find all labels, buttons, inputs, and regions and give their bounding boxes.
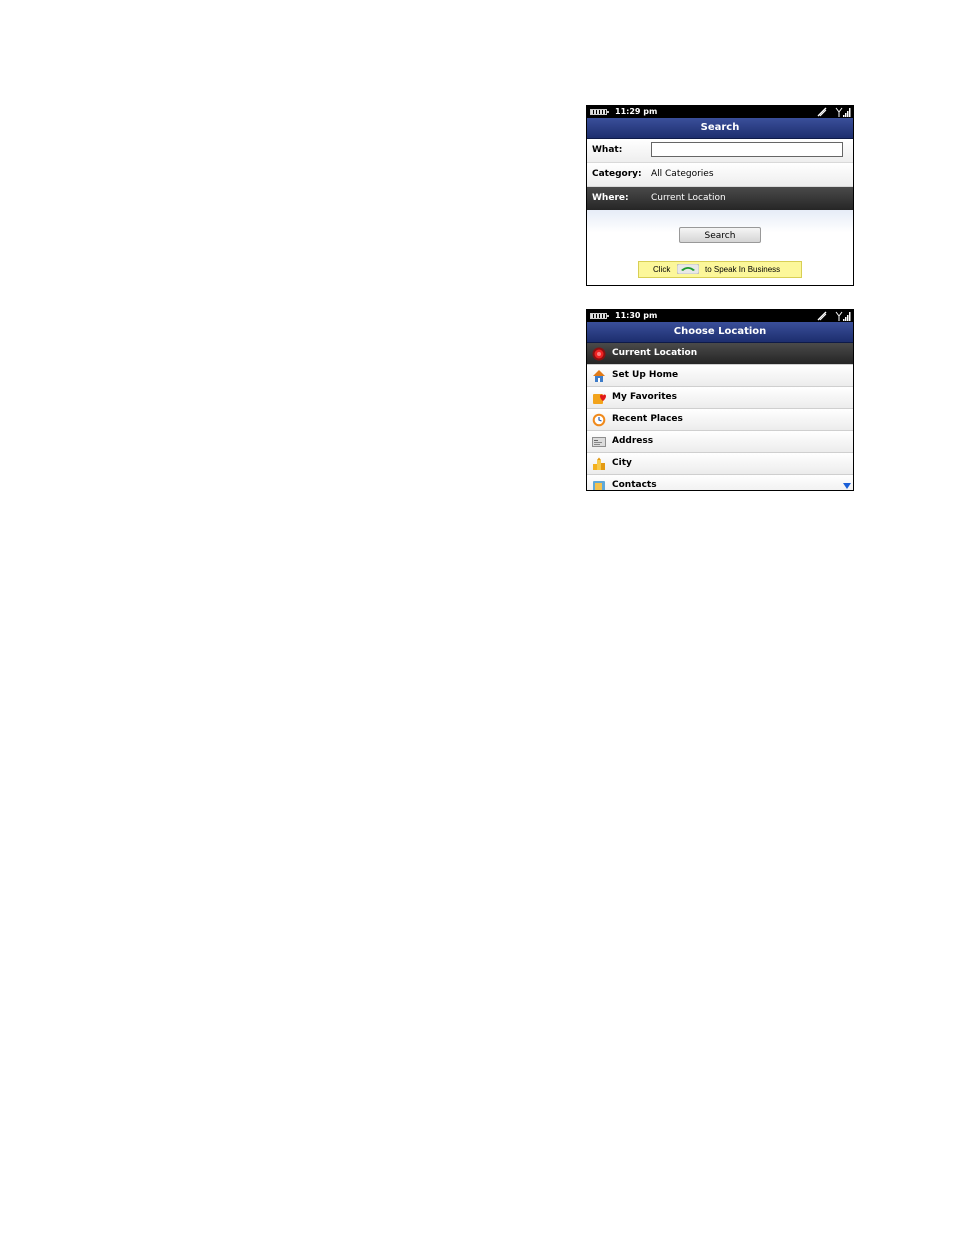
where-label: Where: xyxy=(592,193,629,203)
clock-icon xyxy=(592,413,606,427)
location-item-label: Current Location xyxy=(612,348,698,358)
what-label: What: xyxy=(592,145,623,155)
category-value[interactable]: All Categories xyxy=(651,163,714,186)
location-item-set-up-home[interactable]: Set Up Home xyxy=(587,365,853,387)
category-row[interactable]: Category: All Categories xyxy=(587,163,853,187)
search-button[interactable]: Search xyxy=(679,227,761,243)
location-item-label: Contacts xyxy=(612,480,657,490)
status-time: 11:30 pm xyxy=(615,311,658,320)
location-item-city[interactable]: City xyxy=(587,453,853,475)
location-item-address[interactable]: Address xyxy=(587,431,853,453)
where-row[interactable]: Where: Current Location xyxy=(587,187,853,211)
choose-location-screen: 11:30 pm Choose Location Current Locatio… xyxy=(586,309,854,491)
address-card-icon xyxy=(592,437,606,447)
location-item-current-location[interactable]: Current Location xyxy=(587,343,853,365)
location-item-label: Address xyxy=(612,436,654,446)
scroll-down-arrow-icon[interactable] xyxy=(843,483,851,489)
signal-icon xyxy=(835,311,851,321)
status-bar: 11:29 pm xyxy=(587,106,853,118)
location-item-label: Recent Places xyxy=(612,414,683,424)
search-screen: 11:29 pm Search What: Category: All Cate… xyxy=(586,105,854,286)
hint-rest-text: to Speak In Business xyxy=(705,265,781,274)
speak-hint: Click to Speak In Business xyxy=(638,261,802,278)
radio-icon xyxy=(817,107,827,117)
hint-click-text: Click xyxy=(653,265,671,274)
location-item-recent-places[interactable]: Recent Places xyxy=(587,409,853,431)
gps-target-icon xyxy=(592,347,606,361)
contacts-icon xyxy=(593,481,605,490)
battery-icon xyxy=(590,313,609,319)
city-buildings-icon xyxy=(593,457,605,470)
green-phone-icon xyxy=(677,264,699,274)
location-item-my-favorites[interactable]: My Favorites xyxy=(587,387,853,409)
signal-icon xyxy=(835,107,851,117)
heart-star-icon xyxy=(593,394,606,404)
location-item-contacts[interactable]: Contacts xyxy=(587,475,853,490)
what-input[interactable] xyxy=(651,142,843,157)
what-row: What: xyxy=(587,139,853,163)
location-item-label: My Favorites xyxy=(612,392,677,402)
radio-icon xyxy=(817,311,827,321)
where-value[interactable]: Current Location xyxy=(651,187,726,210)
location-item-label: Set Up Home xyxy=(612,370,679,380)
status-time: 11:29 pm xyxy=(615,107,658,116)
search-area: Search Click to Speak In Business xyxy=(587,210,853,285)
status-bar: 11:30 pm xyxy=(587,310,853,322)
house-icon xyxy=(593,370,605,382)
battery-icon xyxy=(590,109,609,115)
category-label: Category: xyxy=(592,169,642,179)
location-item-label: City xyxy=(612,458,632,468)
page-title: Choose Location xyxy=(587,322,853,343)
page-title: Search xyxy=(587,118,853,139)
